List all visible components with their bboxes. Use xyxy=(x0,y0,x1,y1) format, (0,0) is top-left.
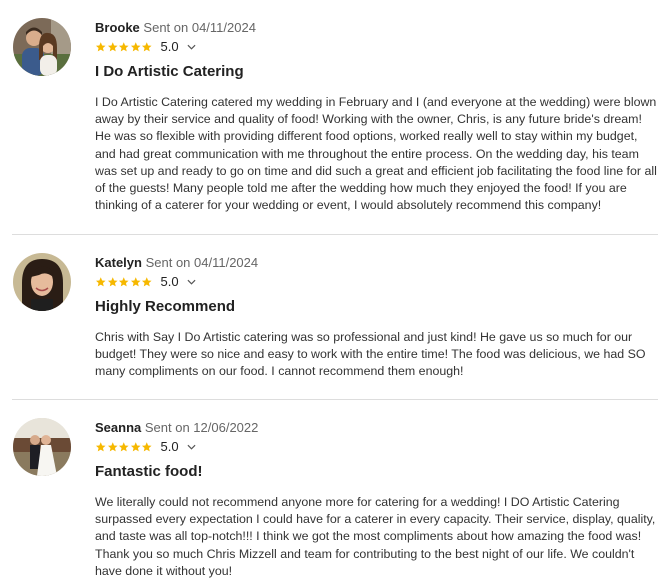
review-body: We literally could not recommend anyone … xyxy=(95,495,656,578)
review-meta: Brooke Sent on 04/11/2024 xyxy=(95,20,256,35)
rating-row[interactable]: 5.0 xyxy=(95,274,196,289)
avatar xyxy=(13,253,71,311)
avatar xyxy=(13,18,71,76)
star-icon xyxy=(130,41,141,51)
review-title: Highly Recommend xyxy=(95,298,236,315)
chevron-down-icon[interactable] xyxy=(187,44,196,50)
star-icon xyxy=(95,441,106,451)
star-icon xyxy=(141,441,152,451)
review-card: Seanna Sent on 12/06/2022 5.0 Fantastic … xyxy=(0,400,670,578)
star-icon xyxy=(118,441,129,451)
rating-row[interactable]: 5.0 xyxy=(95,39,196,54)
chevron-down-icon[interactable] xyxy=(187,444,196,450)
star-icon xyxy=(141,41,152,51)
reviewer-name: Brooke xyxy=(95,20,140,35)
review-card: Brooke Sent on 04/11/2024 5.0 I Do Artis… xyxy=(0,0,670,234)
star-icon xyxy=(95,41,106,51)
star-icon xyxy=(95,276,106,286)
star-icon xyxy=(107,441,118,451)
reviewer-name: Seanna xyxy=(95,420,142,435)
star-icon xyxy=(130,441,141,451)
review-meta: Katelyn Sent on 04/11/2024 xyxy=(95,255,258,270)
review-meta: Seanna Sent on 12/06/2022 xyxy=(95,420,258,435)
star-icon xyxy=(107,276,118,286)
review-title: Fantastic food! xyxy=(95,463,203,480)
review-title: I Do Artistic Catering xyxy=(95,63,244,80)
star-rating xyxy=(95,441,153,453)
review-body: I Do Artistic Catering catered my weddin… xyxy=(95,95,657,213)
star-rating xyxy=(95,276,153,288)
sent-date: Sent on 04/11/2024 xyxy=(143,20,256,35)
review-body: Chris with Say I Do Artistic catering wa… xyxy=(95,330,646,379)
rating-value: 5.0 xyxy=(160,439,179,454)
review-card: Katelyn Sent on 04/11/2024 5.0 Highly Re… xyxy=(0,235,670,399)
star-icon xyxy=(130,276,141,286)
reviewer-name: Katelyn xyxy=(95,255,142,270)
sent-date: Sent on 04/11/2024 xyxy=(145,255,259,270)
avatar xyxy=(13,418,71,476)
star-icon xyxy=(118,41,129,51)
rating-value: 5.0 xyxy=(160,39,179,54)
rating-row[interactable]: 5.0 xyxy=(95,439,196,454)
sent-date: Sent on 12/06/2022 xyxy=(144,420,259,435)
star-icon xyxy=(118,276,129,286)
star-rating xyxy=(95,41,153,53)
rating-value: 5.0 xyxy=(160,274,179,289)
star-icon xyxy=(107,41,118,51)
chevron-down-icon[interactable] xyxy=(187,279,196,285)
star-icon xyxy=(141,276,152,286)
